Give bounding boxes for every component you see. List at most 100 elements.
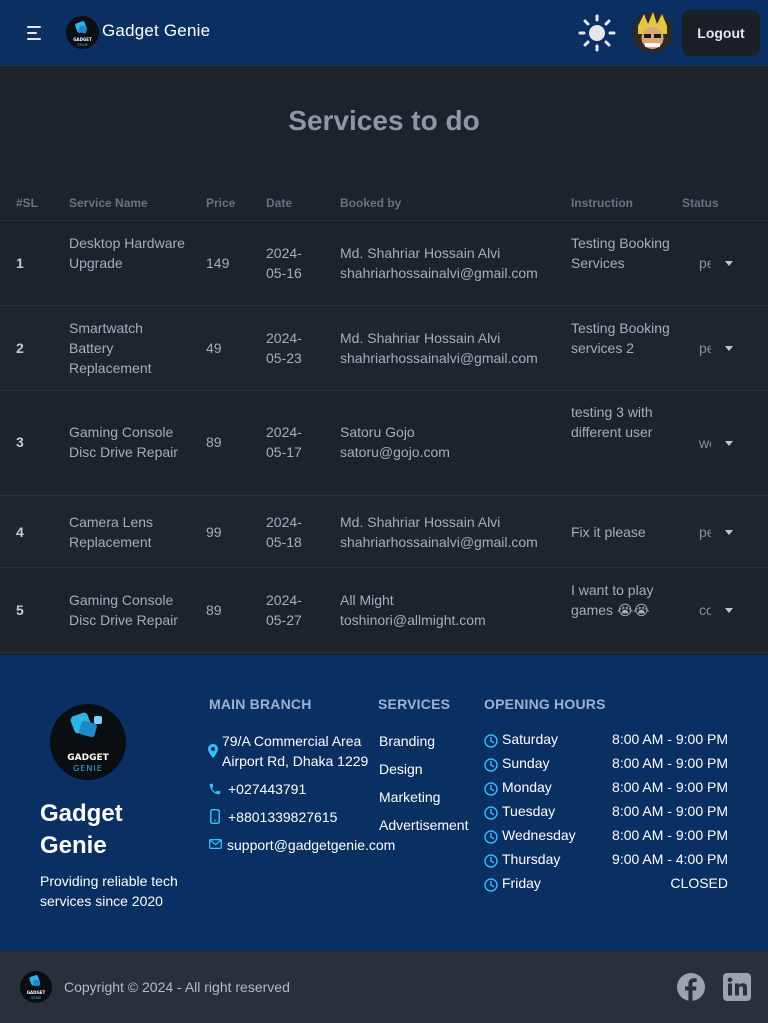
hours-day: Saturday bbox=[502, 731, 559, 747]
mail-icon bbox=[209, 839, 222, 849]
bottom-bar: GADGET GENIE Copyright © 2024 - All righ… bbox=[0, 951, 768, 1023]
status-value: pending bbox=[699, 524, 711, 540]
row-date: 2024-05-16 bbox=[266, 245, 302, 281]
table-row: 5 Gaming Console Disc Drive Repair 89 20… bbox=[0, 568, 768, 653]
mobile-icon bbox=[210, 809, 220, 824]
hours-day: Sunday bbox=[502, 755, 550, 771]
row-booked-email: satoru@gojo.com bbox=[340, 444, 450, 460]
logout-button[interactable]: Logout bbox=[682, 10, 760, 56]
logo-text-bottom: GENIE bbox=[77, 43, 88, 47]
row-sl: 3 bbox=[16, 434, 24, 450]
column-header-sl: #SL bbox=[16, 196, 39, 210]
hours-day: Friday bbox=[502, 875, 541, 891]
status-select[interactable]: working bbox=[689, 428, 745, 458]
hours-time: 8:00 AM - 9:00 PM bbox=[612, 755, 728, 771]
row-booked-name: Md. Shahriar Hossain Alvi bbox=[340, 245, 501, 261]
row-booked-name: All Might bbox=[340, 592, 394, 608]
status-value: pending bbox=[699, 255, 711, 271]
row-sl: 4 bbox=[16, 524, 24, 540]
row-service-name: Smartwatch Battery Replacement bbox=[69, 320, 152, 376]
chevron-down-icon bbox=[725, 441, 733, 446]
hours-time: 8:00 AM - 9:00 PM bbox=[612, 803, 728, 819]
clock-icon bbox=[484, 806, 498, 820]
status-select[interactable]: completed bbox=[689, 595, 745, 625]
footer: GADGET GENIE Gadget Genie Providing reli… bbox=[0, 655, 768, 951]
column-header-status: Status bbox=[682, 196, 719, 210]
clock-icon bbox=[484, 878, 498, 892]
address-line1: 79/A Commercial Area bbox=[222, 733, 362, 749]
column-header-instruction: Instruction bbox=[571, 196, 633, 210]
hours-time: 8:00 AM - 9:00 PM bbox=[612, 731, 728, 747]
row-booked-name: Md. Shahriar Hossain Alvi bbox=[340, 330, 501, 346]
hours-time: 8:00 AM - 9:00 PM bbox=[612, 827, 728, 843]
phone-number[interactable]: +027443791 bbox=[228, 779, 306, 799]
services-heading: SERVICES bbox=[378, 696, 451, 712]
row-service-name: Desktop Hardware Upgrade bbox=[69, 235, 185, 271]
row-date: 2024-05-18 bbox=[266, 514, 302, 550]
row-service-name: Gaming Console Disc Drive Repair bbox=[69, 592, 178, 628]
avatar[interactable] bbox=[632, 12, 673, 53]
row-service-name: Camera Lens Replacement bbox=[69, 514, 154, 550]
row-price: 89 bbox=[206, 602, 222, 618]
service-link-marketing[interactable]: Marketing bbox=[379, 787, 440, 807]
footer-brand-line1: Gadget bbox=[40, 800, 123, 827]
status-value: working bbox=[699, 435, 711, 451]
navbar: GADGET GENIE Gadget Genie Logout bbox=[0, 0, 768, 66]
brand-name[interactable]: Gadget Genie bbox=[102, 21, 210, 41]
logo-text-top: GADGET bbox=[73, 37, 92, 42]
column-header-booked-by: Booked by bbox=[340, 196, 402, 210]
row-booked-email: toshinori@allmight.com bbox=[340, 612, 486, 628]
row-booked-email: shahriarhossainalvi@gmail.com bbox=[340, 265, 538, 281]
phone-icon bbox=[209, 783, 221, 795]
footer-brand-line2: Genie bbox=[40, 832, 107, 859]
linkedin-icon[interactable] bbox=[722, 972, 752, 1002]
services-table: #SL Service Name Price Date Booked by In… bbox=[0, 183, 768, 653]
sun-icon[interactable] bbox=[577, 13, 617, 53]
table-row: 2 Smartwatch Battery Replacement 49 2024… bbox=[0, 306, 768, 391]
location-pin-icon bbox=[208, 744, 218, 758]
status-value: completed bbox=[699, 602, 711, 618]
hours-time: 8:00 AM - 9:00 PM bbox=[612, 779, 728, 795]
clock-icon bbox=[484, 734, 498, 748]
service-link-design[interactable]: Design bbox=[379, 759, 423, 779]
status-select[interactable]: pending bbox=[689, 517, 745, 547]
row-instruction: testing 3 with different user bbox=[571, 404, 653, 440]
status-select[interactable]: pending bbox=[689, 248, 745, 278]
column-header-service: Service Name bbox=[69, 196, 148, 210]
logo-text-top: GADGET bbox=[27, 990, 46, 995]
chevron-down-icon bbox=[725, 346, 733, 351]
row-date: 2024-05-27 bbox=[266, 592, 302, 628]
brand-logo[interactable]: GADGET GENIE bbox=[66, 16, 99, 49]
service-link-advertisement[interactable]: Advertisement bbox=[379, 815, 468, 835]
logo-text-bottom: GENIE bbox=[31, 996, 42, 1000]
menu-icon[interactable] bbox=[24, 22, 46, 44]
branch-heading: MAIN BRANCH bbox=[209, 696, 312, 712]
hours-heading: OPENING HOURS bbox=[484, 696, 606, 712]
footer-tagline: Providing reliable tech services since 2… bbox=[40, 873, 178, 909]
table-row: 1 Desktop Hardware Upgrade 149 2024-05-1… bbox=[0, 221, 768, 306]
hours-day: Tuesday bbox=[502, 803, 556, 819]
row-price: 89 bbox=[206, 434, 222, 450]
logo-text-top: GADGET bbox=[67, 753, 109, 763]
bottom-logo: GADGET GENIE bbox=[20, 971, 52, 1003]
chevron-down-icon bbox=[725, 530, 733, 535]
row-instruction: I want to play games 😭😭 bbox=[571, 582, 654, 618]
email-address[interactable]: support@gadgetgenie.com bbox=[227, 835, 395, 855]
hours-time: 9:00 AM - 4:00 PM bbox=[612, 851, 728, 867]
footer-brand: Gadget Genie bbox=[40, 798, 180, 862]
row-instruction: Testing Booking services 2 bbox=[571, 320, 670, 356]
hours-time: CLOSED bbox=[670, 875, 728, 891]
clock-icon bbox=[484, 758, 498, 772]
service-link-branding[interactable]: Branding bbox=[379, 731, 435, 751]
chevron-down-icon bbox=[725, 261, 733, 266]
clock-icon bbox=[484, 854, 498, 868]
row-sl: 2 bbox=[16, 340, 24, 356]
mobile-number[interactable]: +8801339827615 bbox=[228, 807, 337, 827]
facebook-icon[interactable] bbox=[676, 972, 706, 1002]
status-select[interactable]: pending bbox=[689, 333, 745, 363]
column-header-date: Date bbox=[266, 196, 293, 210]
row-price: 149 bbox=[206, 255, 230, 271]
row-booked-name: Satoru Gojo bbox=[340, 424, 415, 440]
clock-icon bbox=[484, 830, 498, 844]
row-price: 99 bbox=[206, 524, 222, 540]
